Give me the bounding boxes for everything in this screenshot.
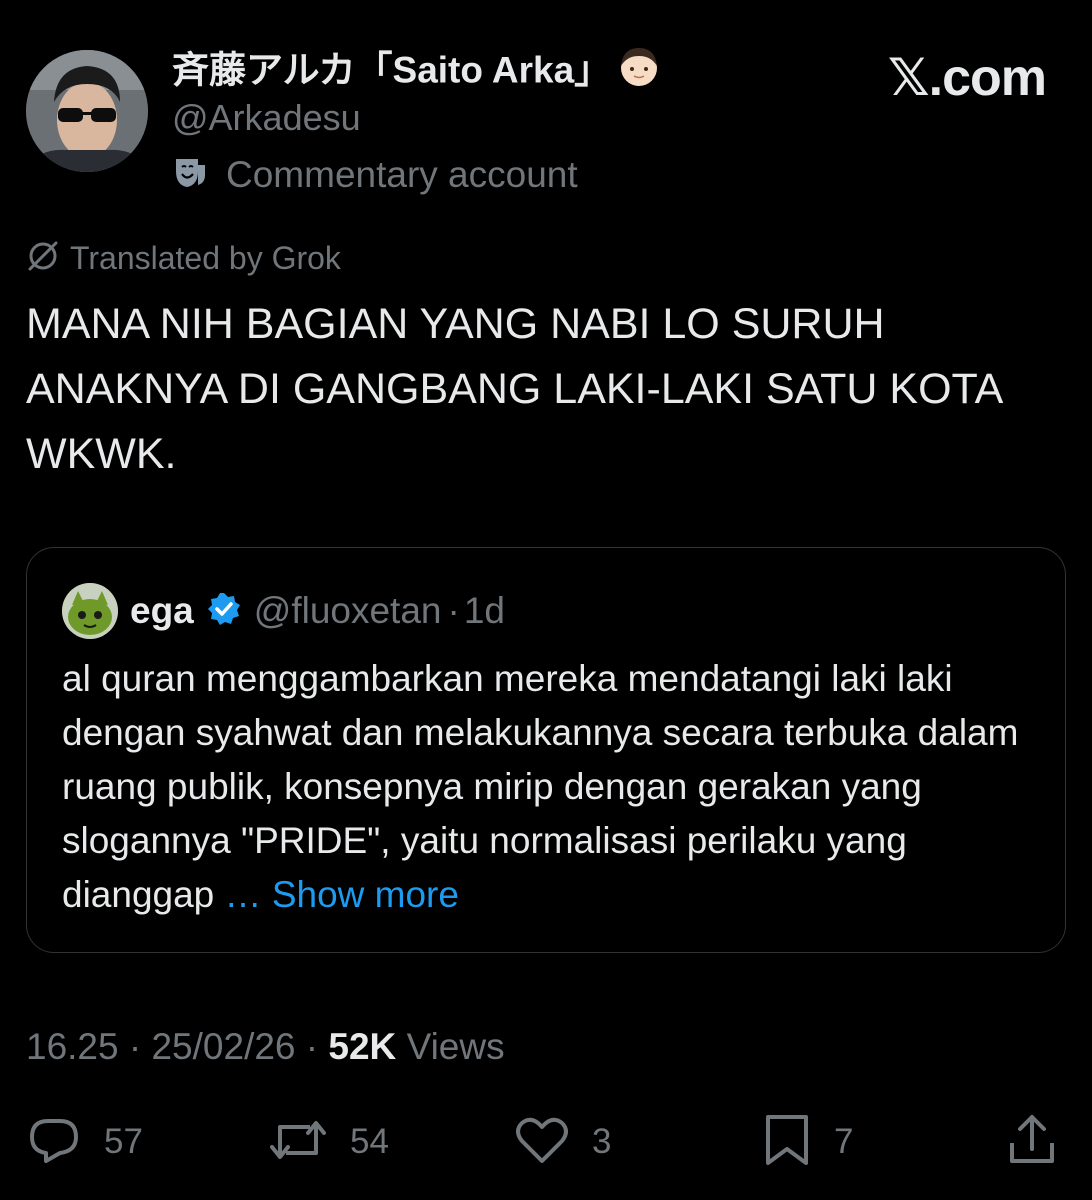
quote-separator: ·: [447, 590, 460, 631]
reply-icon: [26, 1115, 82, 1170]
tweet-date[interactable]: 25/02/26: [151, 1026, 295, 1068]
quote-author-handle[interactable]: @fluoxetan: [254, 590, 442, 632]
quote-body: al quran menggambarkan mereka mendatangi…: [62, 658, 1019, 915]
share-icon: [1004, 1113, 1060, 1172]
author-name-text: 斉藤アルカ「Saito Arka」: [172, 49, 612, 91]
bookmark-icon: [762, 1113, 812, 1172]
share-button[interactable]: [1004, 1112, 1060, 1172]
quote-author-name[interactable]: ega: [130, 590, 194, 632]
meta-separator: ·: [118, 1026, 152, 1067]
show-more-link[interactable]: … Show more: [225, 874, 459, 915]
author-avatar-image: [26, 50, 148, 172]
translated-by-row[interactable]: Translated by Grok: [26, 236, 341, 280]
quote-header: ega @fluoxetan · 1d: [130, 588, 505, 634]
tweet-time[interactable]: 16.25: [26, 1026, 119, 1068]
quote-text: al quran menggambarkan mereka mendatangi…: [62, 652, 1042, 922]
quote-avatar-image: [62, 583, 118, 639]
views-label: Views: [396, 1026, 505, 1067]
author-avatar[interactable]: [26, 50, 148, 172]
account-label-row: Commentary account: [172, 152, 578, 198]
heart-icon: [514, 1115, 570, 1170]
author-display-name[interactable]: 斉藤アルカ「Saito Arka」: [172, 44, 661, 101]
repost-icon: [268, 1115, 328, 1170]
quote-author-avatar[interactable]: [62, 583, 118, 639]
account-label-text: Commentary account: [226, 154, 578, 195]
reply-button[interactable]: 57: [26, 1112, 143, 1172]
like-button[interactable]: 3: [514, 1112, 611, 1172]
grok-slash-circle-icon: [26, 239, 60, 278]
reply-count: 57: [104, 1122, 143, 1161]
translated-by-label: Translated by Grok: [70, 239, 341, 276]
like-count: 3: [592, 1122, 612, 1161]
meta-separator: ·: [295, 1026, 329, 1067]
bookmark-button[interactable]: 7: [762, 1112, 853, 1172]
views-count: 52K: [328, 1026, 397, 1067]
tweet-meta: 16.25 · 25/02/26 · 52K Views: [26, 1024, 505, 1070]
boy-emoji-icon: [617, 44, 661, 101]
theater-masks-icon: [172, 155, 208, 196]
repost-count: 54: [350, 1122, 389, 1161]
verified-badge-icon[interactable]: [206, 591, 242, 632]
bookmark-count: 7: [834, 1122, 854, 1161]
author-handle[interactable]: @Arkadesu: [172, 96, 361, 140]
quote-timestamp[interactable]: 1d: [464, 590, 505, 632]
site-logo: 𝕏.com: [887, 49, 1047, 107]
repost-button[interactable]: 54: [268, 1112, 389, 1172]
tweet-text: MANA NIH BAGIAN YANG NABI LO SURUH ANAKN…: [26, 300, 1001, 478]
